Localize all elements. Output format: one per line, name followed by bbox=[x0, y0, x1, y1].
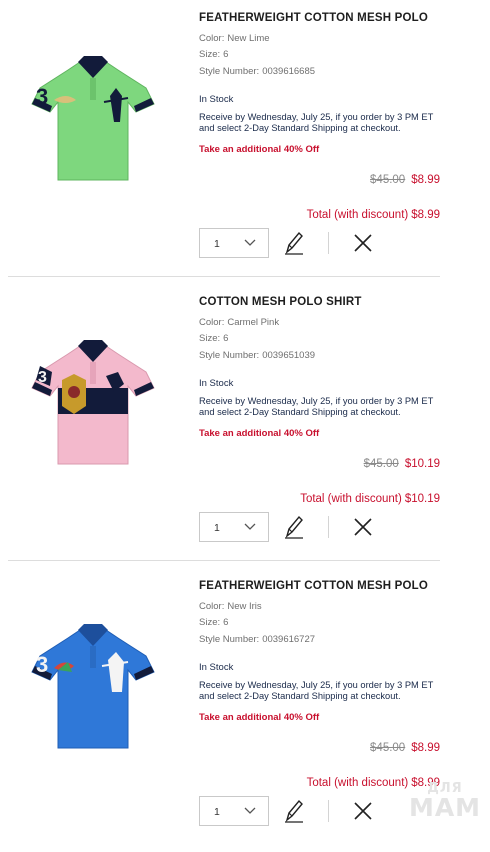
close-icon[interactable] bbox=[352, 232, 374, 254]
product-style-number: Style Number: 0039616685 bbox=[199, 66, 315, 77]
polo-shirt-pink-icon: 3 bbox=[31, 340, 155, 465]
sale-price: $8.99 bbox=[411, 174, 440, 186]
color-value: Carmel Pink bbox=[227, 317, 280, 328]
item-total: Total (with discount) $8.99 bbox=[307, 209, 440, 221]
delivery-estimate: Receive by Wednesday, July 25, if you or… bbox=[199, 396, 434, 417]
quantity-select[interactable]: 1 bbox=[199, 796, 269, 826]
original-price: $45.00 bbox=[370, 742, 406, 754]
quantity-value: 1 bbox=[214, 522, 220, 534]
svg-text:3: 3 bbox=[36, 652, 48, 677]
size-value: 6 bbox=[223, 617, 229, 628]
total-value: $8.99 bbox=[411, 209, 440, 221]
item-total: Total (with discount) $8.99 bbox=[307, 777, 440, 789]
product-image[interactable]: 3 bbox=[28, 336, 158, 476]
product-size: Size: 6 bbox=[199, 617, 228, 628]
size-label: Size: bbox=[199, 49, 221, 60]
total-label: Total (with discount) bbox=[300, 493, 402, 505]
action-divider bbox=[328, 516, 329, 538]
item-total: Total (with discount) $10.19 bbox=[300, 493, 440, 505]
product-image[interactable]: 3 bbox=[28, 620, 158, 760]
style-value: 0039651039 bbox=[262, 350, 316, 361]
chevron-down-icon bbox=[244, 807, 256, 814]
original-price: $45.00 bbox=[363, 458, 399, 470]
style-value: 0039616727 bbox=[262, 634, 316, 645]
price-row: $45.00 $8.99 bbox=[370, 742, 440, 754]
close-icon[interactable] bbox=[352, 516, 374, 538]
sale-price: $8.99 bbox=[411, 742, 440, 754]
product-color: Color: Carmel Pink bbox=[199, 317, 279, 328]
product-style-number: Style Number: 0039651039 bbox=[199, 350, 315, 361]
quantity-value: 1 bbox=[214, 238, 220, 250]
delivery-estimate: Receive by Wednesday, July 25, if you or… bbox=[199, 112, 434, 133]
price-row: $45.00 $10.19 bbox=[364, 458, 440, 470]
quantity-select[interactable]: 1 bbox=[199, 512, 269, 542]
style-value: 0039616685 bbox=[262, 66, 316, 77]
size-label: Size: bbox=[199, 333, 221, 344]
product-color: Color: New Iris bbox=[199, 601, 262, 612]
product-name[interactable]: FEATHERWEIGHT COTTON MESH POLO bbox=[199, 580, 428, 592]
quantity-value: 1 bbox=[214, 806, 220, 818]
item-divider bbox=[8, 276, 440, 277]
color-label: Color: bbox=[199, 317, 225, 328]
original-price: $45.00 bbox=[370, 174, 406, 186]
promo-text: Take an additional 40% Off bbox=[199, 144, 320, 155]
cart-item: 3 COTTON MESH POLO SHIRT Color: Carmel Pi… bbox=[0, 284, 490, 568]
total-value: $10.19 bbox=[404, 493, 440, 505]
stock-status: In Stock bbox=[199, 94, 234, 105]
chevron-down-icon bbox=[244, 239, 256, 246]
color-label: Color: bbox=[199, 33, 225, 44]
size-value: 6 bbox=[223, 49, 229, 60]
stock-status: In Stock bbox=[199, 378, 234, 389]
product-image[interactable]: 3 bbox=[28, 52, 158, 192]
sale-price: $10.19 bbox=[404, 458, 440, 470]
delivery-estimate: Receive by Wednesday, July 25, if you or… bbox=[199, 680, 434, 701]
total-label: Total (with discount) bbox=[306, 777, 409, 789]
product-style-number: Style Number: 0039616727 bbox=[199, 634, 315, 645]
pencil-icon[interactable] bbox=[283, 514, 305, 540]
size-label: Size: bbox=[199, 617, 221, 628]
quantity-select[interactable]: 1 bbox=[199, 228, 269, 258]
product-name[interactable]: COTTON MESH POLO SHIRT bbox=[199, 296, 362, 308]
polo-shirt-blue-icon: 3 bbox=[31, 624, 155, 749]
total-value: $8.99 bbox=[411, 777, 440, 789]
cart-item: 3 FEATHERWEIGHT COTTON MESH POLO Color: N… bbox=[0, 0, 490, 284]
polo-shirt-green-icon: 3 bbox=[31, 56, 155, 181]
product-size: Size: 6 bbox=[199, 333, 228, 344]
product-name[interactable]: FEATHERWEIGHT COTTON MESH POLO bbox=[199, 12, 428, 24]
product-size: Size: 6 bbox=[199, 49, 228, 60]
pencil-icon[interactable] bbox=[283, 230, 305, 256]
style-label: Style Number: bbox=[199, 634, 260, 645]
style-label: Style Number: bbox=[199, 350, 260, 361]
cart-item: 3 FEATHERWEIGHT COTTON MESH POLO Color: N… bbox=[0, 568, 490, 852]
color-value: New Lime bbox=[227, 33, 270, 44]
stock-status: In Stock bbox=[199, 662, 234, 673]
action-divider bbox=[328, 800, 329, 822]
style-label: Style Number: bbox=[199, 66, 260, 77]
svg-text:3: 3 bbox=[36, 84, 48, 109]
promo-text: Take an additional 40% Off bbox=[199, 428, 320, 439]
item-divider bbox=[8, 560, 440, 561]
action-divider bbox=[328, 232, 329, 254]
svg-text:3: 3 bbox=[38, 369, 47, 386]
close-icon[interactable] bbox=[352, 800, 374, 822]
total-label: Total (with discount) bbox=[306, 209, 409, 221]
product-color: Color: New Lime bbox=[199, 33, 270, 44]
pencil-icon[interactable] bbox=[283, 798, 305, 824]
price-row: $45.00 $8.99 bbox=[370, 174, 440, 186]
promo-text: Take an additional 40% Off bbox=[199, 712, 320, 723]
color-value: New Iris bbox=[227, 601, 262, 612]
color-label: Color: bbox=[199, 601, 225, 612]
size-value: 6 bbox=[223, 333, 229, 344]
chevron-down-icon bbox=[244, 523, 256, 530]
